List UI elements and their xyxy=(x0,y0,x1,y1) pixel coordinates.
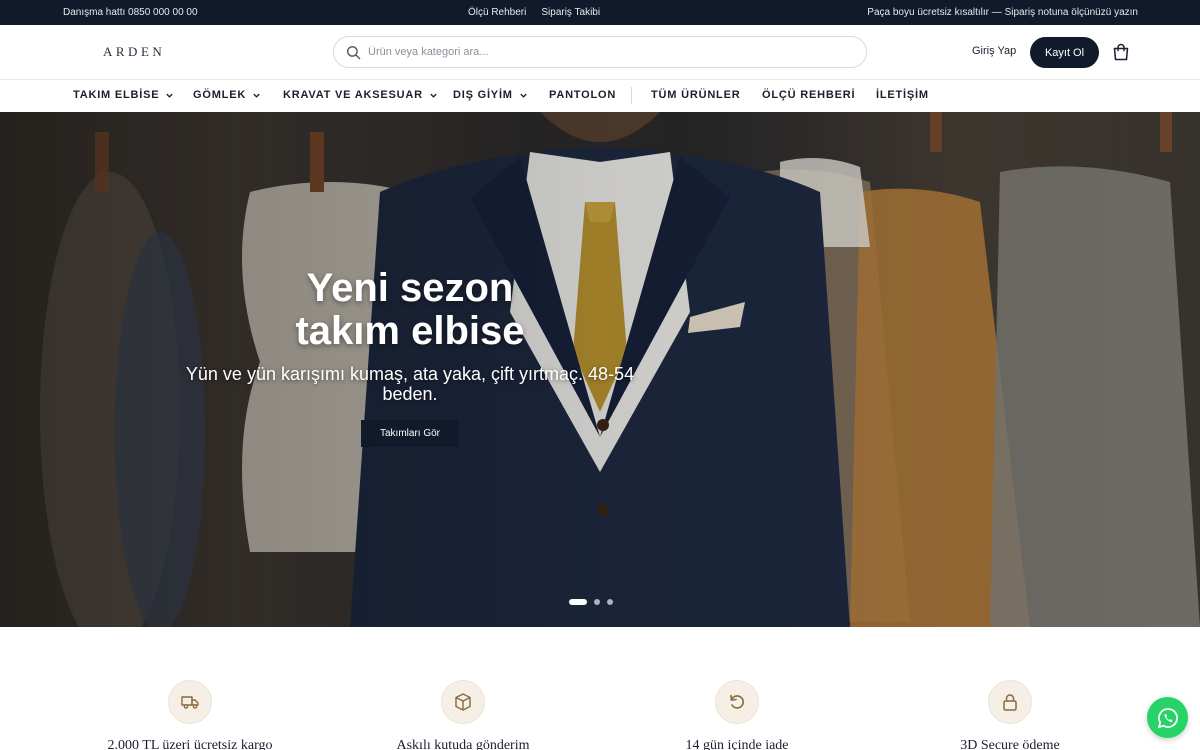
nav-item-label: PANTOLON xyxy=(549,89,617,101)
topbar-link-order-tracking[interactable]: Sipariş Takibi xyxy=(541,7,600,18)
nav-item-shirts[interactable]: GÖMLEK xyxy=(193,89,261,101)
hero-banner: Yeni sezon takım elbise Yün ve yün karış… xyxy=(0,112,1200,627)
announcement-bar: Danışma hattı 0850 000 00 00 Ölçü Rehber… xyxy=(0,0,1200,25)
hero-subtitle: Yün ve yün karışımı kumaş, ata yaka, çif… xyxy=(185,364,635,404)
feature-icon-circle xyxy=(715,680,759,724)
site-header: ARDEN Giriş Yap Kayıt Ol xyxy=(0,25,1200,80)
nav-item-label: KRAVAT VE AKSESUAR xyxy=(283,89,423,101)
hero-title-line1: Yeni sezon xyxy=(306,266,514,310)
feature-label: 3D Secure ödeme xyxy=(960,738,1060,750)
nav-item-size-guide[interactable]: ÖLÇÜ REHBERİ xyxy=(762,89,855,101)
return-icon xyxy=(730,694,744,709)
hotline-text: Danışma hattı 0850 000 00 00 xyxy=(63,7,198,18)
carousel-dots xyxy=(569,599,613,605)
nav-item-ties-accessories[interactable]: KRAVAT VE AKSESUAR xyxy=(283,89,438,101)
hero-title: Yeni sezon takım elbise xyxy=(210,267,610,353)
lock-icon xyxy=(1003,694,1017,711)
nav-item-label: GÖMLEK xyxy=(193,89,247,101)
chevron-down-icon xyxy=(166,93,174,98)
promo-text: Paça boyu ücretsiz kısaltılır — Sipariş … xyxy=(867,7,1138,18)
feature-label: Askılı kutuda gönderim xyxy=(396,738,530,750)
hero-title-line2: takım elbise xyxy=(295,309,525,353)
truck-icon xyxy=(181,696,199,709)
carousel-dot-2[interactable] xyxy=(594,599,600,605)
feature-icon-circle xyxy=(441,680,485,724)
nav-divider xyxy=(631,87,632,104)
feature-label: 14 gün içinde iade xyxy=(685,738,789,750)
brand-logo[interactable]: ARDEN xyxy=(103,44,165,60)
feature-label: 2.000 TL üzeri ücretsiz kargo xyxy=(107,738,273,750)
feature-free-shipping: 2.000 TL üzeri ücretsiz kargo xyxy=(90,680,290,750)
search-icon xyxy=(346,45,361,60)
box-icon xyxy=(455,693,471,711)
search-bar[interactable] xyxy=(333,36,867,68)
topbar-links: Ölçü Rehberi Sipariş Takibi xyxy=(468,7,600,18)
login-link[interactable]: Giriş Yap xyxy=(972,45,1016,57)
main-nav: TAKIM ELBİSE GÖMLEK KRAVAT VE AKSESUAR D… xyxy=(0,80,1200,112)
nav-item-label: TÜM ÜRÜNLER xyxy=(651,89,741,101)
view-suits-button[interactable]: Takımları Gör xyxy=(361,420,459,447)
features-strip: 2.000 TL üzeri ücretsiz kargo Askılı kut… xyxy=(0,627,1200,750)
nav-item-suits[interactable]: TAKIM ELBİSE xyxy=(73,89,174,101)
nav-item-label: DIŞ GİYİM xyxy=(453,89,513,101)
carousel-dot-3[interactable] xyxy=(607,599,613,605)
shopping-bag-icon[interactable] xyxy=(1111,42,1131,62)
feature-secure-payment: 3D Secure ödeme xyxy=(910,680,1110,750)
nav-item-label: ÖLÇÜ REHBERİ xyxy=(762,89,856,101)
feature-icon-circle xyxy=(988,680,1032,724)
nav-item-outerwear[interactable]: DIŞ GİYİM xyxy=(453,89,528,101)
nav-item-contact[interactable]: İLETİŞİM xyxy=(876,89,929,101)
chevron-down-icon xyxy=(253,93,260,98)
feature-returns: 14 gün içinde iade xyxy=(637,680,837,750)
nav-item-label: İLETİŞİM xyxy=(876,89,929,101)
chevron-down-icon xyxy=(520,93,527,98)
register-button[interactable]: Kayıt Ol xyxy=(1030,37,1099,68)
topbar-link-size-guide[interactable]: Ölçü Rehberi xyxy=(468,7,526,18)
nav-item-all-products[interactable]: TÜM ÜRÜNLER xyxy=(651,89,740,101)
carousel-dot-1[interactable] xyxy=(569,599,587,605)
feature-hanger-box: Askılı kutuda gönderim xyxy=(363,680,563,750)
whatsapp-icon xyxy=(1157,707,1178,728)
search-input[interactable] xyxy=(368,37,848,67)
feature-icon-circle xyxy=(168,680,212,724)
nav-item-label: TAKIM ELBİSE xyxy=(73,89,160,101)
whatsapp-chat-button[interactable] xyxy=(1147,697,1188,738)
chevron-down-icon xyxy=(430,93,437,98)
nav-item-trousers[interactable]: PANTOLON xyxy=(549,89,616,101)
